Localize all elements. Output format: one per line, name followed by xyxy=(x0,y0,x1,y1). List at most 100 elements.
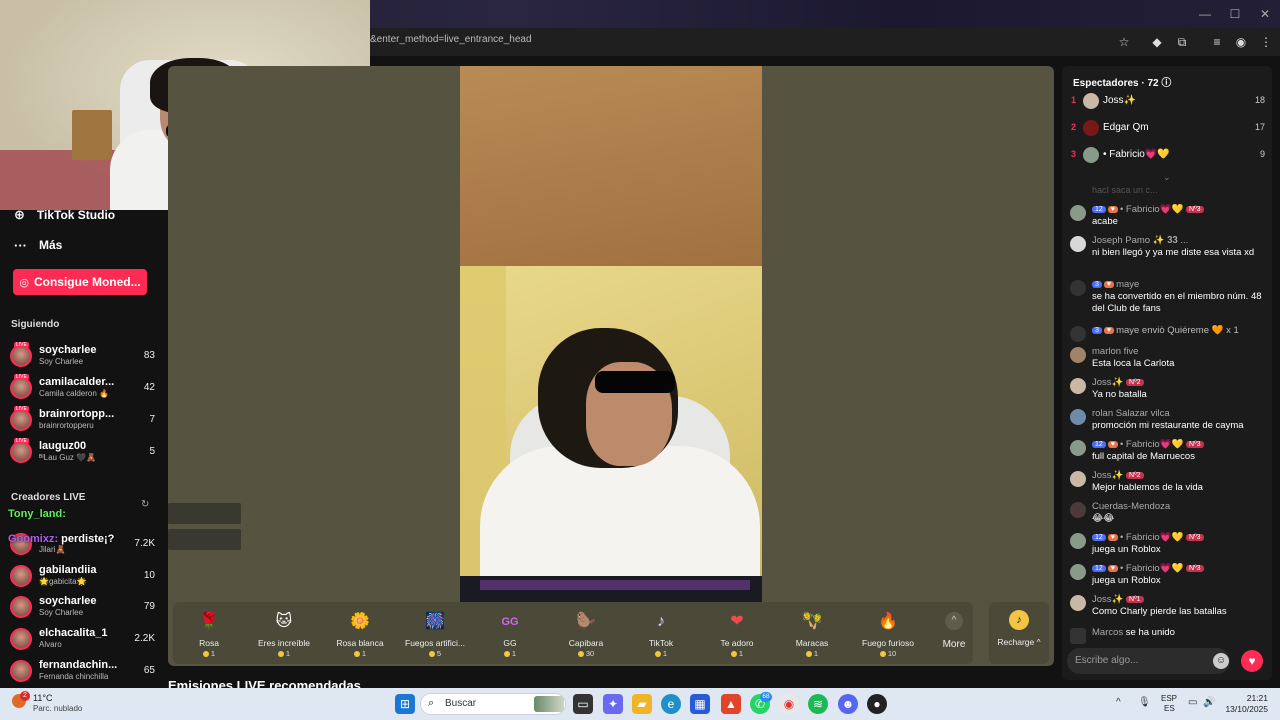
profile-avatar-icon[interactable]: ◉ xyxy=(1231,32,1251,52)
more-link[interactable]: ··· Más xyxy=(14,235,62,255)
recharge-button[interactable]: ♪ Recharge ^ xyxy=(989,602,1049,664)
chat-username[interactable]: Joss✨ xyxy=(1092,377,1123,388)
top-viewer-row[interactable]: 3 • Fabricio💗💛 9 xyxy=(1071,146,1265,166)
avatar[interactable] xyxy=(1070,347,1086,363)
file-explorer-icon[interactable]: ▰ xyxy=(632,694,652,714)
chat-username[interactable]: marlon five xyxy=(1092,346,1138,357)
refresh-icon[interactable]: ↻ xyxy=(141,499,149,510)
like-heart-icon[interactable]: ♥ xyxy=(1241,650,1263,672)
chat-username[interactable]: Joseph Pamo ✨ 𝟑𝟑 ... xyxy=(1092,235,1188,246)
tray-chevron-up-icon[interactable]: ^ xyxy=(1116,697,1121,708)
avatar[interactable] xyxy=(1070,236,1086,252)
discord-icon[interactable]: ☻ xyxy=(838,694,858,714)
gift-price: 10 xyxy=(853,649,923,658)
gift-item[interactable]: 🌹 Rosa 1 xyxy=(174,608,244,660)
chat-username[interactable]: • Fabricio💗💛 xyxy=(1120,439,1183,450)
gift-item[interactable]: 🦫 Capibara 30 xyxy=(551,608,621,660)
keyboard-layout[interactable]: ES xyxy=(1164,704,1175,713)
gift-item[interactable]: 🪇 Maracas 1 xyxy=(777,608,847,660)
gift-item[interactable]: 🎆 Fuegos artifici... 5 xyxy=(400,608,470,660)
live-video[interactable] xyxy=(460,66,762,603)
avatar[interactable] xyxy=(1070,378,1086,394)
gift-icon: 🐱 xyxy=(275,613,293,630)
chat-username[interactable]: Joss✨ xyxy=(1092,594,1123,605)
chat-username[interactable]: • Fabricio💗💛 xyxy=(1120,563,1183,574)
chat-message: Cuerdas-Mendoza 😂😂 xyxy=(1070,501,1266,529)
avatar[interactable] xyxy=(1070,564,1086,580)
url-text[interactable]: &enter_method=live_entrance_head xyxy=(370,34,532,45)
search-icon: ⌕ xyxy=(428,697,435,709)
puzzle-icon[interactable]: ⧉ xyxy=(1172,32,1192,52)
following-item[interactable]: LIVE soycharlee Soy Charlee 83 xyxy=(10,342,155,372)
chat-username[interactable]: maye xyxy=(1116,279,1139,290)
task-view-icon[interactable]: ▭ xyxy=(573,694,593,714)
gift-price: 1 xyxy=(249,649,319,658)
avatar[interactable] xyxy=(1070,471,1086,487)
live-creator-item[interactable]: fernandachin... Fernanda chinchilla 65 xyxy=(10,657,155,687)
live-creator-item[interactable]: gabilandiia 🌟gabicita🌟 10 xyxy=(10,562,155,592)
weather-desc[interactable]: Parc. nublado xyxy=(33,704,82,713)
following-item[interactable]: LIVE brainrortopp... brainrortopperu 7 xyxy=(10,406,155,436)
gift-item[interactable]: 🐱 Eres increíble 1 xyxy=(249,608,319,660)
menu-icon[interactable]: ⋮ xyxy=(1256,32,1276,52)
clock-date[interactable]: 13/10/2025 xyxy=(1212,704,1268,714)
chat-header: Joss✨ Nº1 xyxy=(1092,594,1146,605)
weather-temp[interactable]: 11°C xyxy=(33,693,52,703)
edge-icon[interactable]: e xyxy=(661,694,681,714)
chat-username[interactable]: • Fabricio💗💛 xyxy=(1120,532,1183,543)
avatar[interactable] xyxy=(1070,440,1086,456)
chrome-icon[interactable]: ◉ xyxy=(779,694,799,714)
viewer-count: 7.2K xyxy=(134,538,155,549)
clock-time[interactable]: 21:21 xyxy=(1218,693,1268,703)
extension-icon[interactable]: ◆ xyxy=(1147,32,1167,52)
gift-label: Fuego furioso xyxy=(862,638,914,648)
chat-username[interactable]: rolan Salazar vilca xyxy=(1092,408,1170,419)
avatar[interactable] xyxy=(1070,502,1086,518)
following-item[interactable]: LIVE camilacalder... Camila calderon 🔥 4… xyxy=(10,374,155,404)
collapse-chevron-icon[interactable]: ⌄ xyxy=(1163,172,1171,183)
joined-user[interactable]: Marcos xyxy=(1092,627,1123,638)
emoji-icon[interactable]: ☺ xyxy=(1213,653,1229,669)
gift-item[interactable]: 🔥 Fuego furioso 10 xyxy=(853,608,923,660)
store-icon[interactable]: ▦ xyxy=(690,694,710,714)
spotify-icon[interactable]: ≋ xyxy=(808,694,828,714)
avatar[interactable] xyxy=(1070,205,1086,221)
network-icon[interactable]: ▭ xyxy=(1188,697,1197,708)
gift-item[interactable]: ❤ Te adoro 1 xyxy=(702,608,772,660)
coin-icon xyxy=(428,651,435,658)
gift-price-value: 10 xyxy=(887,649,897,658)
avatar[interactable] xyxy=(1070,595,1086,611)
close-icon[interactable]: ✕ xyxy=(1250,0,1280,28)
top-viewer-row[interactable]: 1 Joss✨ 18 xyxy=(1071,92,1265,112)
keyboard-language[interactable]: ESP xyxy=(1161,694,1177,703)
chat-username[interactable]: Cuerdas-Mendoza xyxy=(1092,501,1170,512)
more-gifts-button[interactable]: ^ More xyxy=(936,612,972,658)
studio-label: TikTok Studio xyxy=(36,208,116,222)
following-item[interactable]: LIVE lauguz00 ᴮᴵLau Guz 🖤🧸 5 xyxy=(10,438,155,468)
live-creator-item[interactable]: elchacalita_1 Alvaro 2.2K xyxy=(10,625,155,655)
rank-number: 2 xyxy=(1071,122,1077,132)
live-creator-item[interactable]: soycharlee Soy Charlee 79 xyxy=(10,593,155,623)
maximize-icon[interactable]: ☐ xyxy=(1220,0,1250,28)
chat-username[interactable]: • Fabricio💗💛 xyxy=(1120,204,1183,215)
chat-username[interactable]: Joss✨ xyxy=(1092,470,1123,481)
chat-message: Joss✨ Nº2 Mejor hablemos de la vida xyxy=(1070,470,1266,498)
gift-item[interactable]: ♪ TikTok 1 xyxy=(626,608,696,660)
bookmark-star-icon[interactable]: ☆ xyxy=(1114,32,1134,52)
media-control-icon[interactable]: ≡ xyxy=(1207,32,1227,52)
gift-item[interactable]: GG GG 1 xyxy=(475,608,545,660)
get-coins-button[interactable]: ◎ Consigue Moned... xyxy=(13,269,147,295)
viewers-title[interactable]: Espectadores · 72 ⓘ xyxy=(1073,74,1171,89)
chat-message: 12 ♥ • Fabricio💗💛 Nº3 acabe xyxy=(1070,204,1266,234)
top-viewer-row[interactable]: 2 Edgar Qm 17 xyxy=(1071,119,1265,139)
brave-icon[interactable]: ▲ xyxy=(721,694,741,714)
avatar[interactable] xyxy=(1070,409,1086,425)
copilot-icon[interactable]: ✦ xyxy=(603,694,623,714)
minimize-icon[interactable]: — xyxy=(1190,0,1220,28)
windows-start-icon[interactable]: ⊞ xyxy=(395,694,415,714)
gift-item[interactable]: 🌼 Rosa blanca 1 xyxy=(325,608,395,660)
avatar[interactable] xyxy=(1070,533,1086,549)
gift-label: TikTok xyxy=(648,638,674,648)
microphone-icon[interactable]: 🎙 xyxy=(1138,697,1151,708)
app-icon[interactable]: ● xyxy=(867,694,887,714)
